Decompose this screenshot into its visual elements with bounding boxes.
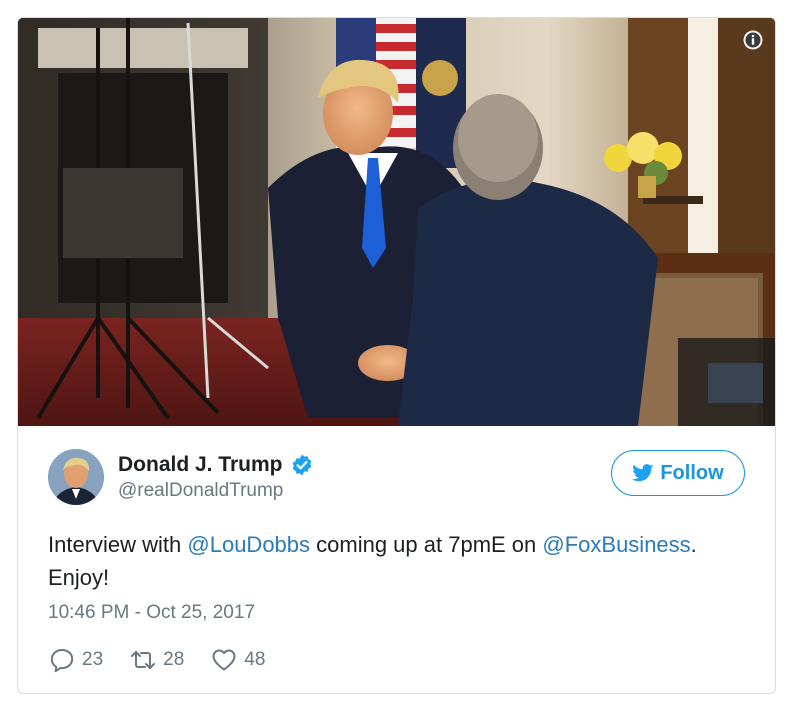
verified-badge-icon [292, 454, 311, 475]
tweet-author[interactable]: Donald J. Trump @realDonaldTrump [48, 449, 314, 505]
avatar[interactable] [48, 449, 104, 505]
display-name[interactable]: Donald J. Trump [118, 452, 283, 478]
tweet-text-part: Interview with [48, 532, 188, 557]
reply-count: 23 [82, 649, 104, 670]
mention-foxbusiness[interactable]: @FoxBusiness [542, 532, 690, 557]
reply-icon [50, 649, 74, 673]
interview-photo-illustration [18, 18, 775, 426]
like-count: 48 [244, 649, 266, 670]
tweet-text-part: coming up at 7pmE on [310, 532, 543, 557]
like-action[interactable]: 48 [210, 646, 265, 674]
tweet-photo[interactable] [18, 18, 775, 426]
tweet-text: Interview with @LouDobbs coming up at 7p… [48, 528, 748, 594]
reply-action[interactable]: 23 [48, 646, 103, 674]
retweet-action[interactable]: 28 [129, 646, 184, 674]
heart-icon [212, 649, 236, 671]
embedded-tweet-card: Donald J. Trump @realDonaldTrump Follow … [17, 17, 776, 694]
follow-label: Follow [660, 461, 724, 484]
retweet-icon [131, 651, 156, 669]
follow-button[interactable]: Follow [611, 450, 745, 496]
tweet-timestamp[interactable]: 10:46 PM - Oct 25, 2017 [48, 602, 255, 624]
mention-loudobbs[interactable]: @LouDobbs [187, 532, 310, 557]
info-icon[interactable] [743, 30, 763, 50]
profile-photo [48, 449, 104, 505]
user-handle[interactable]: @realDonaldTrump [118, 479, 314, 503]
twitter-bird-icon [632, 464, 654, 482]
retweet-count: 28 [163, 649, 185, 670]
tweet-actions: 23 28 48 [48, 646, 291, 674]
